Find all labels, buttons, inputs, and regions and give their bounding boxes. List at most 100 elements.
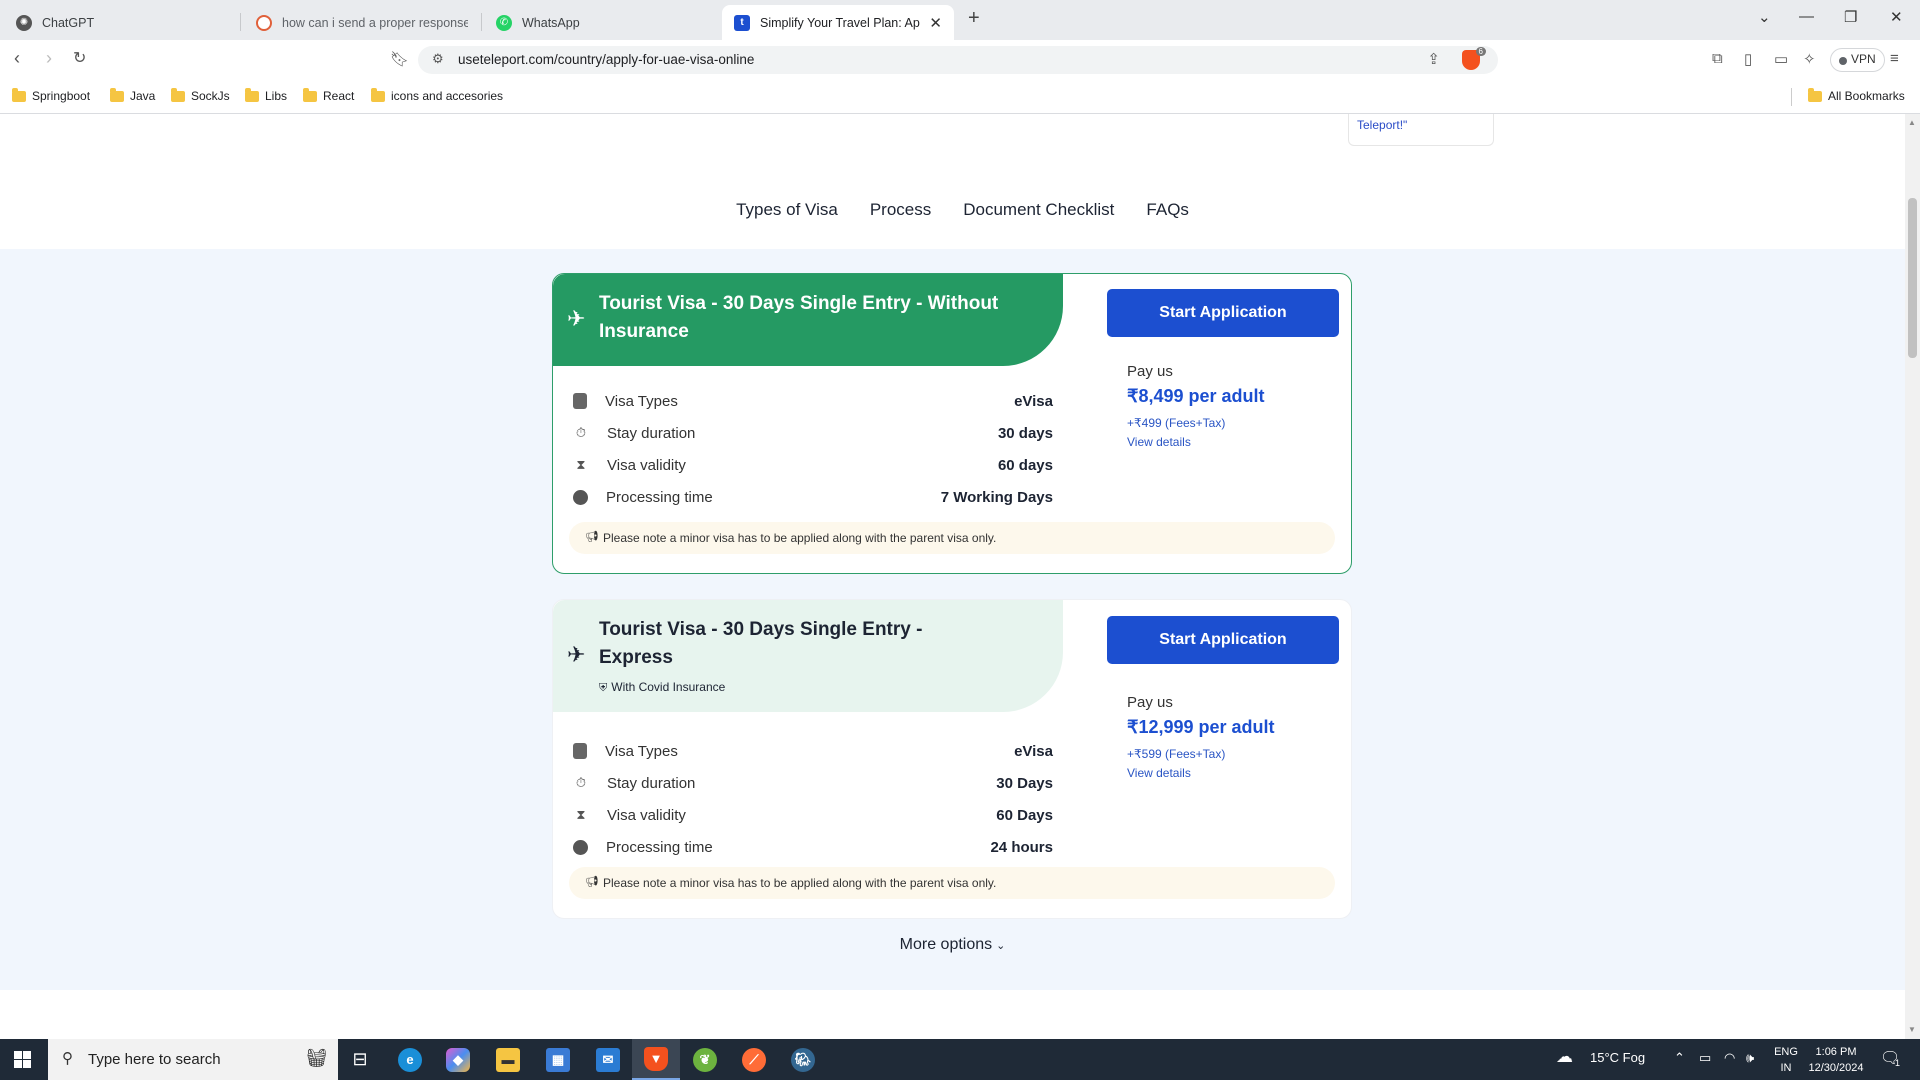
chatgpt-icon: ✺: [16, 14, 32, 31]
mail-icon[interactable]: ✉: [584, 1039, 632, 1080]
wallet-icon[interactable]: ▭: [1774, 50, 1788, 68]
tray-chevron-up-icon[interactable]: ⌃: [1674, 1050, 1685, 1066]
more-options-button[interactable]: More options ⌄: [0, 936, 1905, 954]
minor-visa-note: 📢︎ Please note a minor visa has to be ap…: [569, 867, 1335, 899]
weather-text[interactable]: 15°C Fog: [1590, 1050, 1645, 1065]
task-view-icon[interactable]: ⊟: [336, 1039, 384, 1080]
reload-icon[interactable]: ↻: [73, 48, 86, 68]
tab-whatsapp[interactable]: ✆ WhatsApp: [484, 5, 720, 40]
subnav-process[interactable]: Process: [870, 200, 931, 220]
copilot-icon[interactable]: ◆: [434, 1039, 482, 1080]
start-application-button[interactable]: Start Application: [1107, 616, 1339, 664]
microsoft-store-icon[interactable]: ▦: [534, 1039, 582, 1080]
brave-browser-icon[interactable]: ▼: [632, 1039, 680, 1080]
view-details-link[interactable]: View details: [1127, 766, 1275, 780]
note-text: Please note a minor visa has to be appli…: [603, 876, 997, 890]
scroll-down-icon[interactable]: ▼: [1908, 1025, 1916, 1034]
subnav-types-of-visa[interactable]: Types of Visa: [736, 200, 838, 220]
folder-icon: [1808, 87, 1822, 102]
detail-label: Visa Types: [605, 392, 678, 410]
visa-card-header: ✈ Tourist Visa - 30 Days Single Entry - …: [553, 600, 1063, 712]
volume-icon[interactable]: 🕪︎: [1746, 1050, 1754, 1066]
document-icon: [573, 393, 587, 409]
detail-label: Visa Types: [605, 742, 678, 760]
folder-icon: [371, 87, 385, 102]
weather-cloud-icon[interactable]: ☁: [1556, 1047, 1573, 1067]
subnav-document-checklist[interactable]: Document Checklist: [963, 200, 1114, 220]
detail-value: 30 Days: [996, 774, 1053, 792]
close-icon[interactable]: ✕: [929, 14, 942, 32]
forward-icon[interactable]: ›: [46, 48, 52, 69]
brave-search-icon: [256, 14, 272, 31]
pay-us-label: Pay us: [1127, 694, 1173, 711]
bookmark-icon[interactable]: 🔖︎: [390, 50, 409, 68]
restore-icon[interactable]: ❐: [1844, 8, 1857, 26]
postgresql-icon[interactable]: 🐘︎: [779, 1039, 827, 1080]
menu-icon[interactable]: ≡: [1890, 50, 1899, 67]
fees-text: +₹499 (Fees+Tax): [1127, 416, 1226, 430]
tab-search-chevron-icon[interactable]: ⌄: [1758, 8, 1771, 26]
airplane-icon: ✈: [567, 642, 586, 667]
bookmark-libs[interactable]: Libs: [245, 87, 288, 103]
scroll-up-icon[interactable]: ▲: [1908, 118, 1916, 127]
bookmark-springboot[interactable]: Springboot: [12, 87, 90, 103]
whatsapp-icon: ✆: [496, 14, 512, 31]
calendar-clock-icon: ⏱: [575, 775, 587, 790]
visa-card-title: Tourist Visa - 30 Days Single Entry - Wi…: [599, 293, 999, 342]
taskbar-search[interactable]: ⚲ Type here to search 🧺︎: [48, 1039, 338, 1080]
address-bar[interactable]: ⚙ useteleport.com/country/apply-for-uae-…: [418, 46, 1498, 74]
extensions-icon[interactable]: ⧉: [1712, 50, 1723, 67]
review-snippet: Teleport!": [1357, 118, 1408, 132]
detail-label: Stay duration: [607, 424, 696, 442]
minimize-icon[interactable]: —: [1799, 8, 1814, 25]
start-application-button[interactable]: Start Application: [1107, 289, 1339, 337]
clock-icon: [573, 839, 588, 855]
wifi-icon[interactable]: ◠: [1724, 1050, 1735, 1066]
all-bookmarks[interactable]: All Bookmarks: [1808, 87, 1905, 103]
share-icon[interactable]: ⇪: [1427, 50, 1440, 68]
windows-start-icon[interactable]: [14, 1051, 31, 1068]
shield-icon: ⛨: [599, 682, 608, 694]
view-details-link[interactable]: View details: [1127, 435, 1265, 449]
new-tab-icon[interactable]: +: [968, 7, 980, 30]
subnav-faqs[interactable]: FAQs: [1146, 200, 1189, 220]
bookmark-react[interactable]: React: [303, 87, 355, 103]
window-close-icon[interactable]: ✕: [1890, 8, 1903, 26]
sidebar-icon[interactable]: ▯: [1744, 50, 1752, 68]
tab-search-result[interactable]: how can i send a proper response i: [244, 5, 480, 40]
meet-now-icon[interactable]: ▭: [1699, 1050, 1711, 1066]
bookmark-sockjs[interactable]: SockJs: [171, 87, 230, 103]
bookmark-label: React: [323, 89, 355, 103]
url-text[interactable]: useteleport.com/country/apply-for-uae-vi…: [458, 52, 754, 67]
tab-chatgpt[interactable]: ✺ ChatGPT: [4, 5, 240, 40]
bookmark-java[interactable]: Java: [110, 87, 155, 103]
browser-toolbar: ‹ › ↻ 🔖︎ ⚙ useteleport.com/country/apply…: [0, 40, 1920, 80]
detail-value: 30 days: [997, 424, 1053, 442]
clock[interactable]: 1:06 PM 12/30/2024: [1800, 1044, 1872, 1076]
shield-count-badge: 6: [1475, 47, 1486, 56]
tab-teleport[interactable]: t Simplify Your Travel Plan: Apply ✕: [722, 5, 954, 40]
hourglass-icon: ⧗: [576, 457, 586, 472]
vpn-button[interactable]: VPN: [1830, 48, 1885, 72]
leo-ai-icon[interactable]: ✧: [1803, 50, 1816, 68]
detail-value: 60 days: [997, 456, 1053, 474]
tab-label: how can i send a proper response i: [282, 15, 468, 30]
site-info-icon[interactable]: ⚙: [432, 51, 444, 67]
spring-tool-icon[interactable]: ❦: [681, 1039, 729, 1080]
bookmark-label: Libs: [265, 89, 288, 103]
detail-label: Visa validity: [607, 806, 686, 824]
postman-icon[interactable]: ⟋: [730, 1039, 778, 1080]
bookmark-icons[interactable]: icons and accesories: [371, 87, 503, 103]
edge-icon[interactable]: e: [386, 1039, 434, 1080]
file-explorer-icon[interactable]: ▬: [484, 1039, 532, 1080]
chevron-down-icon: ⌄: [996, 940, 1006, 952]
visa-detail-row: ⏱ Stay duration 30 Days: [573, 767, 1053, 799]
back-icon[interactable]: ‹: [14, 48, 20, 69]
visa-detail-row: Processing time 24 hours: [573, 831, 1053, 863]
scrollbar-thumb[interactable]: [1908, 198, 1917, 358]
language-indicator[interactable]: ENG IN: [1772, 1044, 1800, 1076]
tab-label: Simplify Your Travel Plan: Apply: [760, 15, 920, 30]
detail-value: eVisa: [1014, 742, 1053, 760]
detail-value: 24 hours: [990, 838, 1053, 856]
visa-detail-row: Processing time 7 Working Days: [573, 481, 1053, 513]
